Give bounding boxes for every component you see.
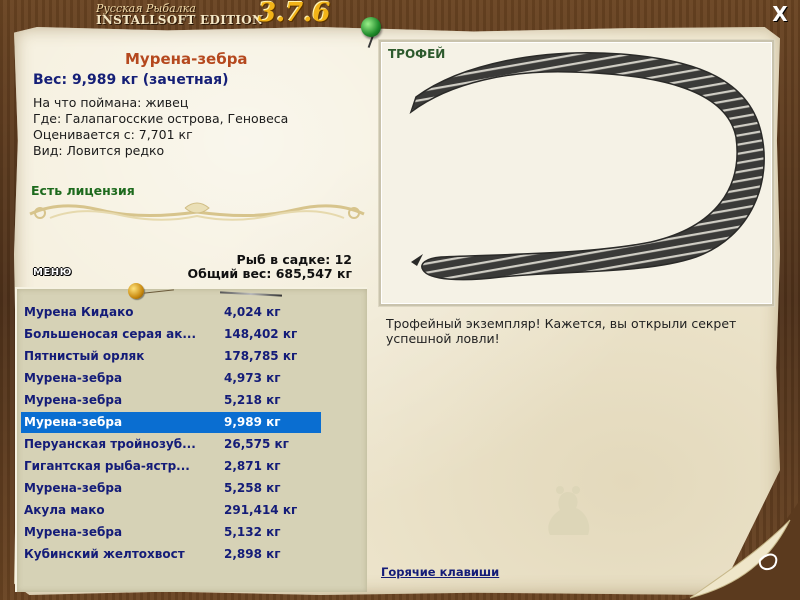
catch-name: Гигантская рыба-ястр...: [24, 459, 190, 473]
catch-weight: 148,402 кг: [224, 327, 298, 341]
catch-name: Мурена Кидако: [24, 305, 134, 319]
catch-name: Большеносая серая ак...: [24, 327, 197, 341]
fish-rated-from: Оценивается с: 7,701 кг: [33, 127, 193, 142]
catch-weight: 291,414 кг: [224, 503, 298, 517]
catch-row[interactable]: Гигантская рыба-ястр... 2,871 кг: [21, 456, 321, 477]
catch-name: Мурена-зебра: [24, 393, 123, 407]
gold-pushpin-icon: [128, 283, 144, 299]
keepnet-count: Рыб в садке: 12: [236, 252, 352, 267]
fisherman-silhouette-icon: [548, 486, 590, 535]
logo-edition-text: INSTALLSOFT EDITION: [96, 13, 264, 27]
catch-weight: 5,258 кг: [224, 481, 281, 495]
catch-row-selected[interactable]: Мурена-зебра 9,989 кг: [21, 412, 321, 433]
catch-weight: 5,218 кг: [224, 393, 281, 407]
catch-weight: 26,575 кг: [224, 437, 289, 451]
logo-version: 3.7.6: [258, 0, 331, 28]
catch-weight: 5,132 кг: [224, 525, 281, 539]
zebra-moray-eel-image: [409, 52, 765, 281]
catch-name: Акула мако: [24, 503, 105, 517]
game-logo: Русская Рыбалка INSTALLSOFT EDITION 3.7.…: [96, 0, 330, 28]
catch-name: Перуанская тройнозуб...: [24, 437, 196, 451]
fish-weight: Вес: 9,989 кг (зачетная): [33, 72, 229, 88]
catch-row[interactable]: Мурена-зебра 5,218 кг: [21, 390, 321, 411]
catch-row[interactable]: Акула мако 291,414 кг: [21, 500, 321, 521]
close-button[interactable]: X: [770, 4, 790, 24]
catch-weight: 2,871 кг: [224, 459, 281, 473]
catch-weight: 2,898 кг: [224, 547, 281, 561]
fish-location: Где: Галапагосские острова, Геновеса: [33, 111, 289, 126]
catch-name: Мурена-зебра: [24, 371, 123, 385]
catch-name: Кубинский желтохвост: [24, 547, 185, 561]
fish-bait: На что поймана: живец: [33, 95, 189, 110]
catch-name: Мурена-зебра: [24, 525, 123, 539]
catch-weight: 4,973 кг: [224, 371, 281, 385]
catch-row[interactable]: Пятнистый орляк 178,785 кг: [21, 346, 321, 367]
trophy-description: Трофейный экземпляр! Кажется, вы открыли…: [386, 316, 737, 346]
catch-weight: 4,024 кг: [224, 305, 281, 319]
catch-row[interactable]: Мурена-зебра 5,132 кг: [21, 522, 321, 543]
catch-row[interactable]: Большеносая серая ак... 148,402 кг: [21, 324, 321, 345]
catch-row[interactable]: Мурена-зебра 4,973 кг: [21, 368, 321, 389]
catch-row[interactable]: Кубинский желтохвост 2,898 кг: [21, 544, 321, 565]
trophy-frame: ТРОФЕЙ: [379, 40, 774, 306]
keepnet-total-weight: Общий вес: 685,547 кг: [187, 266, 353, 281]
hotkeys-link[interactable]: Горячие клавиши: [381, 565, 499, 579]
menu-button[interactable]: МЕНЮ: [33, 267, 72, 278]
page-curl-corner: [680, 500, 800, 600]
ornament-divider-icon: [29, 202, 365, 221]
catch-weight: 9,989 кг: [224, 415, 281, 429]
fish-kind: Вид: Ловится редко: [33, 143, 165, 158]
catch-name: Мурена-зебра: [24, 415, 123, 429]
catch-row[interactable]: Перуанская тройнозуб... 26,575 кг: [21, 434, 321, 455]
catch-weight: 178,785 кг: [224, 349, 298, 363]
fish-title: Мурена-зебра: [125, 50, 248, 68]
catch-name: Пятнистый орляк: [24, 349, 145, 363]
catch-row[interactable]: Мурена-зебра 5,258 кг: [21, 478, 321, 499]
catch-row[interactable]: Мурена Кидако 4,024 кг: [21, 302, 321, 323]
green-pushpin-icon: [361, 17, 381, 37]
catch-name: Мурена-зебра: [24, 481, 123, 495]
